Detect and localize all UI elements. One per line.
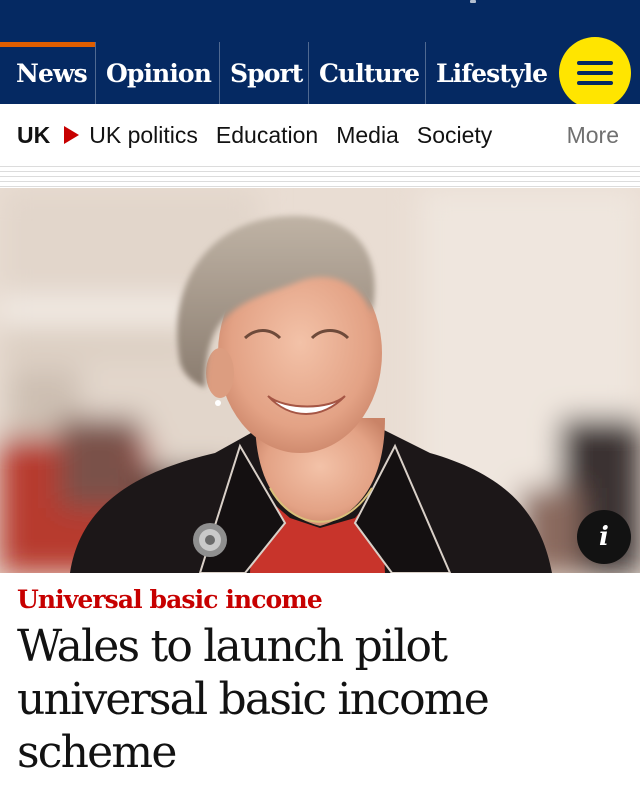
nav-lifestyle[interactable]: Lifestyle (426, 42, 562, 104)
subnav-uk-politics[interactable]: UK politics (89, 122, 198, 149)
article-main-image[interactable] (0, 188, 640, 573)
subnav-uk[interactable]: UK (17, 122, 50, 149)
nav-opinion[interactable]: Opinion (96, 42, 220, 104)
divider (0, 166, 640, 189)
nav-news[interactable]: News (0, 42, 96, 104)
hamburger-menu-icon (577, 81, 613, 85)
triangle-right-icon (64, 126, 80, 144)
hamburger-menu-icon (577, 71, 613, 75)
subnav-society[interactable]: Society (417, 122, 492, 149)
masthead: News Opinion Sport Culture Lifestyle (0, 0, 640, 109)
portrait-photo (0, 188, 640, 573)
subnav-more[interactable]: More (567, 122, 619, 149)
subnav-education[interactable]: Education (216, 122, 318, 149)
nav-culture[interactable]: Culture (309, 42, 426, 104)
pillar-nav: News Opinion Sport Culture Lifestyle (0, 42, 562, 104)
image-info-button[interactable]: i (577, 510, 631, 564)
section-subnav: UK UK politics Education Media Society M… (0, 104, 640, 166)
hamburger-menu-icon (577, 61, 613, 65)
brooch (193, 523, 227, 557)
article-headline: Wales to launch pilot universal basic in… (17, 621, 490, 778)
menu-button[interactable] (559, 37, 631, 109)
top-edge-mark (470, 0, 476, 3)
subnav-media[interactable]: Media (336, 122, 399, 149)
info-icon: i (599, 522, 609, 552)
nav-sport[interactable]: Sport (220, 42, 309, 104)
article-kicker[interactable]: Universal basic income (17, 585, 323, 614)
